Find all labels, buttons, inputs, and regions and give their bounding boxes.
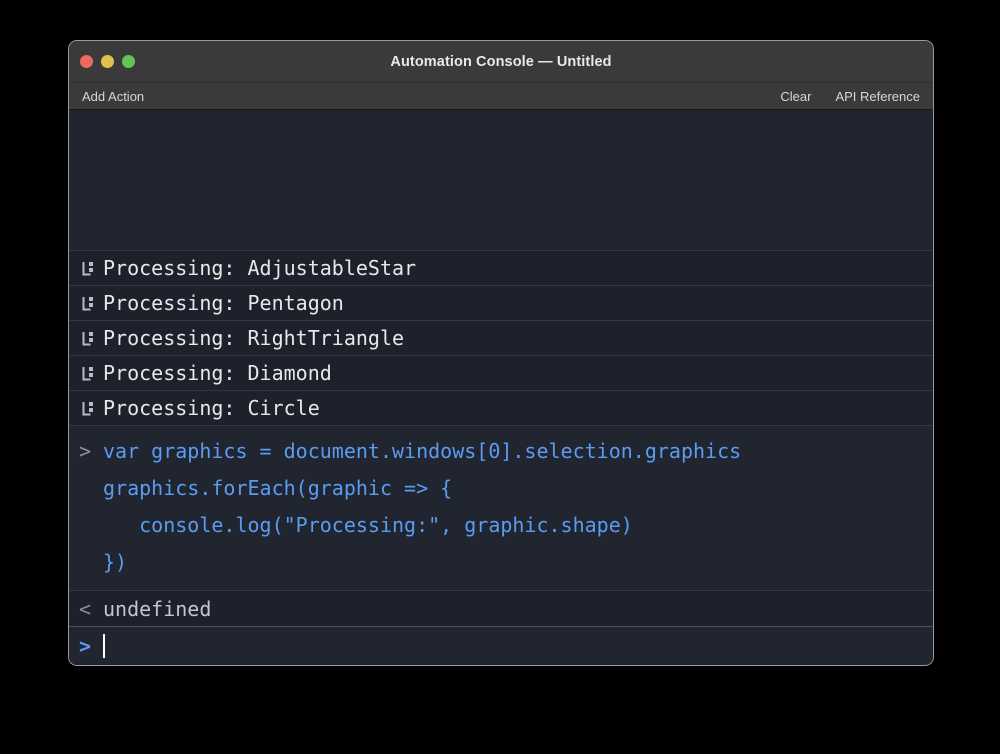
log-row-text: Processing: Circle <box>103 396 320 420</box>
result-prompt-chevron: < <box>79 596 92 621</box>
close-window-button[interactable] <box>80 55 93 68</box>
log-output-icon <box>79 366 97 381</box>
toolbar-right-group: Clear API Reference <box>780 89 920 104</box>
window-titlebar[interactable]: Automation Console — Untitled <box>69 41 933 83</box>
add-action-button[interactable]: Add Action <box>82 89 144 104</box>
code-prompt-chevron: > <box>79 439 92 463</box>
log-row: Processing: Diamond <box>69 355 933 390</box>
clear-button[interactable]: Clear <box>780 89 811 104</box>
log-output-icon <box>79 261 97 276</box>
toolbar-left-group: Add Action <box>82 89 144 104</box>
code-line-text: graphics.forEach(graphic => { <box>103 476 453 500</box>
code-line: }) <box>69 544 933 581</box>
console-empty-space <box>69 110 933 250</box>
screen: Automation Console — Untitled Add Action… <box>0 0 1000 754</box>
log-row-text: Processing: Diamond <box>103 361 332 385</box>
log-row-text: Processing: AdjustableStar <box>103 256 417 280</box>
code-line-text: }) <box>103 550 128 574</box>
log-row-text: Processing: RightTriangle <box>103 326 405 350</box>
console-toolbar: Add Action Clear API Reference <box>69 83 933 110</box>
log-row: Processing: Pentagon <box>69 285 933 320</box>
log-row: Processing: Circle <box>69 390 933 425</box>
log-output-icon <box>79 401 97 416</box>
log-output-icon <box>79 296 97 311</box>
code-line-text: var graphics = document.windows[0].selec… <box>103 439 742 463</box>
log-row-text: Processing: Pentagon <box>103 291 344 315</box>
submitted-code-block: > var graphics = document.windows[0].sel… <box>69 425 933 590</box>
code-line: console.log("Processing:", graphic.shape… <box>69 507 933 544</box>
api-reference-button[interactable]: API Reference <box>835 89 920 104</box>
input-prompt-chevron: > <box>79 634 92 658</box>
window-title: Automation Console — Untitled <box>390 53 612 70</box>
console-input-field[interactable] <box>105 632 933 660</box>
minimize-window-button[interactable] <box>101 55 114 68</box>
log-row: Processing: RightTriangle <box>69 320 933 355</box>
code-line: graphics.forEach(graphic => { <box>69 470 933 507</box>
console-output-area[interactable]: Processing: AdjustableStar Processing: P… <box>69 110 933 665</box>
result-value: undefined <box>103 596 212 621</box>
log-output-icon <box>79 331 97 346</box>
result-row: < undefined <box>69 590 933 626</box>
log-row: Processing: AdjustableStar <box>69 250 933 285</box>
code-line-text: console.log("Processing:", graphic.shape… <box>103 513 633 537</box>
console-input-row[interactable]: > <box>69 626 933 665</box>
code-line: > var graphics = document.windows[0].sel… <box>69 433 933 470</box>
maximize-window-button[interactable] <box>122 55 135 68</box>
window-controls <box>80 41 135 82</box>
automation-console-window: Automation Console — Untitled Add Action… <box>68 40 934 666</box>
